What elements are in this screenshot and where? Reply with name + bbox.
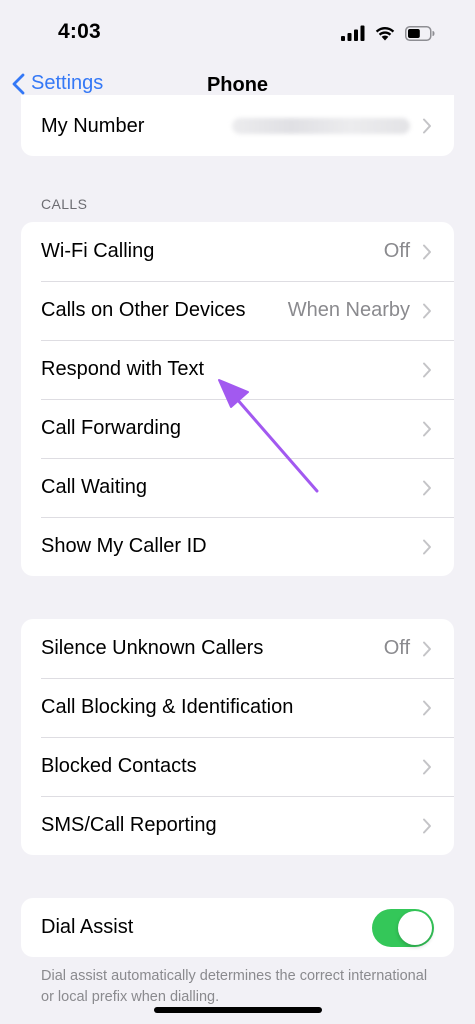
row-respond-with-text[interactable]: Respond with Text xyxy=(21,340,454,399)
row-call-waiting[interactable]: Call Waiting xyxy=(21,458,454,517)
calls-group: Wi-Fi Calling Off Calls on Other Devices Wh… xyxy=(21,222,454,576)
status-icons xyxy=(341,25,435,41)
row-value: When Nearby xyxy=(287,299,410,321)
chevron-right-icon xyxy=(423,303,431,318)
row-label: Show My Caller ID xyxy=(41,535,207,557)
row-label: Silence Unknown Callers xyxy=(41,637,264,659)
row-value: Off xyxy=(383,240,410,262)
chevron-right-icon xyxy=(423,759,431,774)
row-label: Respond with Text xyxy=(41,358,205,380)
my-number-group: My Number xyxy=(21,95,454,156)
row-label: Call Forwarding xyxy=(41,417,182,439)
row-label: My Number xyxy=(41,115,145,137)
row-value: Off xyxy=(383,637,410,659)
row-label: Dial Assist xyxy=(41,916,134,938)
call-blocking-group: Silence Unknown Callers Off Call Blocking … xyxy=(21,619,454,855)
chevron-right-icon xyxy=(423,818,431,833)
chevron-right-icon xyxy=(423,244,431,259)
redacted-phone-number xyxy=(232,118,410,134)
cellular-signal-icon xyxy=(341,25,365,41)
toggle-knob xyxy=(398,910,432,945)
row-label: Wi-Fi Calling xyxy=(41,240,155,262)
chevron-right-icon xyxy=(423,118,431,134)
row-show-my-caller-id[interactable]: Show My Caller ID xyxy=(21,517,454,576)
row-calls-on-other-devices[interactable]: Calls on Other Devices When Nearby xyxy=(21,281,454,340)
row-label: SMS/Call Reporting xyxy=(41,814,217,836)
row-call-blocking-identification[interactable]: Call Blocking & Identification xyxy=(21,678,454,737)
wifi-icon xyxy=(375,26,395,41)
row-sms-call-reporting[interactable]: SMS/Call Reporting xyxy=(21,796,454,855)
chevron-right-icon xyxy=(423,641,431,656)
row-label: Call Blocking & Identification xyxy=(41,696,294,718)
status-bar: 4:03 xyxy=(0,0,475,64)
dial-assist-group: Dial Assist xyxy=(21,898,454,957)
home-indicator xyxy=(154,1007,322,1013)
row-silence-unknown-callers[interactable]: Silence Unknown Callers Off xyxy=(21,619,454,678)
section-header-calls: CALLS xyxy=(41,196,88,212)
row-call-forwarding[interactable]: Call Forwarding xyxy=(21,399,454,458)
dial-assist-toggle[interactable] xyxy=(372,908,434,947)
dial-assist-footer: Dial assist automatically determines the… xyxy=(41,968,428,1005)
battery-icon xyxy=(405,25,435,41)
chevron-right-icon xyxy=(423,362,431,377)
chevron-right-icon xyxy=(423,700,431,715)
row-label: Calls on Other Devices xyxy=(41,299,246,321)
chevron-right-icon xyxy=(423,539,431,554)
row-label: Blocked Contacts xyxy=(41,755,197,777)
page-title: Phone xyxy=(206,74,269,96)
my-number-row[interactable]: My Number xyxy=(21,95,454,156)
dial-assist-row: Dial Assist xyxy=(21,898,454,957)
chevron-right-icon xyxy=(423,421,431,436)
status-time: 4:03 xyxy=(58,20,101,43)
row-wi-fi-calling[interactable]: Wi-Fi Calling Off xyxy=(21,222,454,281)
chevron-right-icon xyxy=(423,480,431,495)
row-blocked-contacts[interactable]: Blocked Contacts xyxy=(21,737,454,796)
row-label: Call Waiting xyxy=(41,476,147,498)
